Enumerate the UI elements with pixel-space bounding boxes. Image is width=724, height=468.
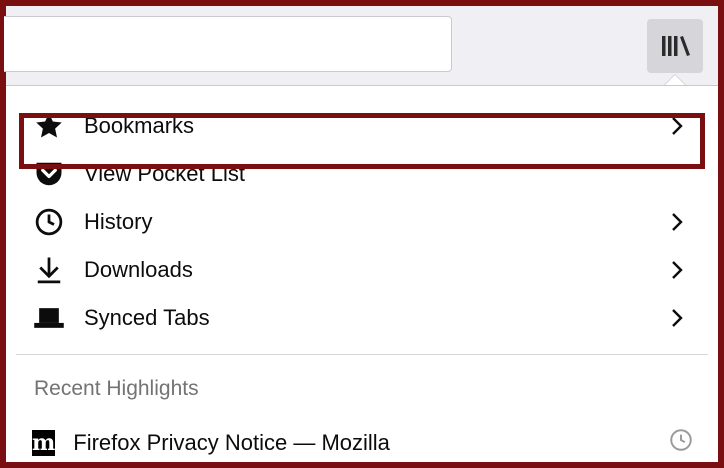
- clock-icon: [32, 205, 66, 239]
- chevron-right-icon: [662, 207, 692, 237]
- menu-item-label: Downloads: [84, 257, 193, 282]
- chevron-right-icon: [662, 303, 692, 333]
- browser-toolbar: [4, 6, 718, 92]
- history-clock-icon: [668, 427, 694, 459]
- address-bar[interactable]: [4, 16, 452, 72]
- menu-item-history[interactable]: History: [16, 198, 702, 246]
- menu-item-label: Synced Tabs: [84, 305, 210, 330]
- history-highlight-box: [19, 113, 705, 169]
- screenshot-frame: Bookmarks View Pocket List History Downl…: [0, 0, 724, 468]
- download-icon: [32, 253, 66, 287]
- recent-highlight-item[interactable]: m Firefox Privacy Notice — Mozilla: [16, 418, 702, 468]
- menu-separator: [16, 354, 708, 355]
- chevron-right-icon: [662, 255, 692, 285]
- library-button[interactable]: [647, 19, 703, 73]
- menu-item-synced-tabs[interactable]: Synced Tabs: [16, 294, 702, 342]
- laptop-icon: [32, 301, 66, 335]
- recent-highlights-heading: Recent Highlights: [34, 377, 199, 400]
- mozilla-favicon: m: [32, 430, 56, 456]
- menu-item-downloads[interactable]: Downloads: [16, 246, 702, 294]
- recent-highlight-label: Firefox Privacy Notice — Mozilla: [73, 430, 390, 455]
- menu-item-label: History: [84, 209, 153, 234]
- library-icon: [662, 36, 690, 56]
